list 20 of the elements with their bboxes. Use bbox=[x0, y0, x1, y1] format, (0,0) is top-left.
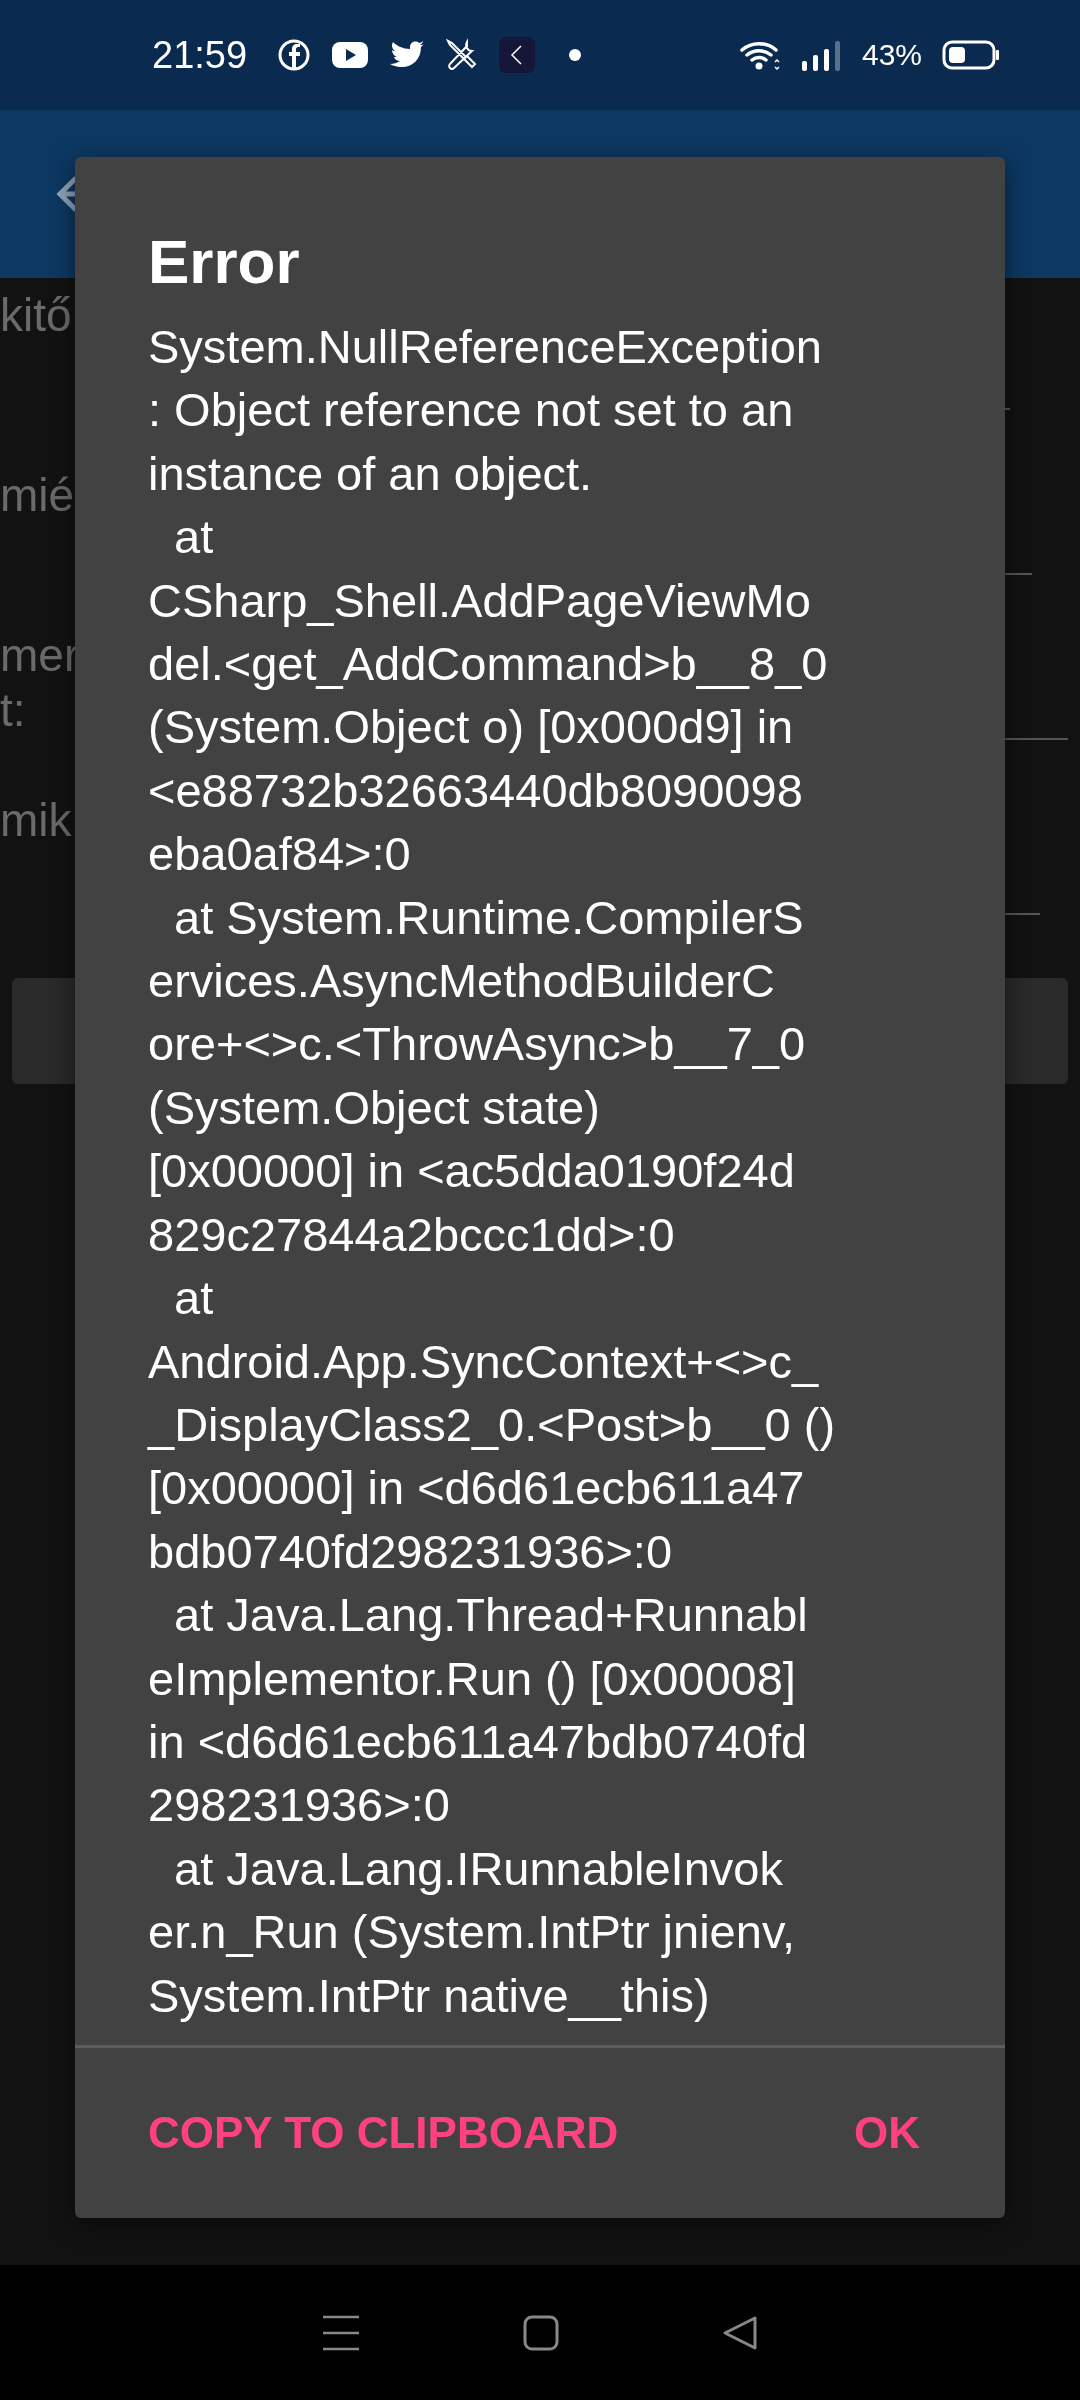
form-label: kitő bbox=[0, 288, 72, 342]
dialog-button[interactable]: OK bbox=[854, 2100, 920, 2166]
dialog-button[interactable]: COPY TO CLIPBOARD bbox=[148, 2100, 619, 2166]
error-message: System.NullReferenceException : Object reference not set to an instance of an object. at CSharp_Shell.AddPageViewMo del.<get_AddCommand>b__8_0 (System.Object o) [0x000d9] in <e88732b32663440db8090098 eba0af84>:0 at System.Runtime.CompilerS ervices.AsyncMethodBuilderC ore+<>c.<ThrowAsync>b__7_0 (System.Object state) [0x00000] in <ac5dda0190f24d 829c27844a2bccc1dd>:0 at Android.App.SyncContext+<>c_ _DisplayClass2_0.<Post>b__0 () [0x00000] in <d6d61ecb611a47 bdb0740fd298231936>:0 at Java.Lang.Thread+Runnabl eImplementor.Run () [0x00008] in <d6d61ecb611a47bdb0740fd 298231936>:0 at Java.Lang.IRunnableInvok er.n_Run (System.IntPtr jnienv, System.IntPtr native__this) bbox=[148, 319, 836, 2024]
battery-icon bbox=[942, 40, 1000, 70]
back-triangle-icon[interactable] bbox=[722, 2314, 759, 2351]
notification-dot-icon bbox=[569, 49, 582, 61]
dialog-title: Error bbox=[148, 226, 300, 298]
form-label: t: bbox=[0, 683, 26, 737]
form-label: mié bbox=[0, 468, 75, 522]
signal-icon bbox=[801, 39, 842, 71]
bird-icon bbox=[389, 40, 426, 70]
form-label: mer bbox=[0, 628, 80, 682]
menu-icon[interactable] bbox=[321, 2314, 360, 2351]
home-square-icon[interactable] bbox=[523, 2314, 559, 2351]
clock: 21:59 bbox=[152, 33, 248, 77]
app-icon bbox=[499, 37, 536, 73]
form-label: mik bbox=[0, 793, 72, 847]
video-play-icon bbox=[331, 41, 370, 69]
battery-percent: 43% bbox=[861, 38, 922, 72]
